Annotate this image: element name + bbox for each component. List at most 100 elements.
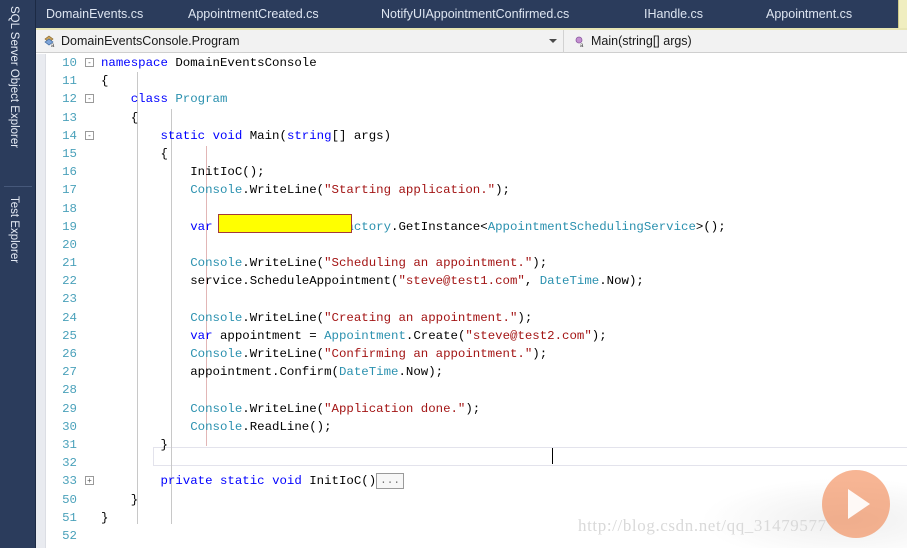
code-text: var service = ObjectFactory.GetInstance<…	[190, 219, 726, 234]
line-number: 31	[62, 437, 77, 452]
code-line[interactable]: 11 {	[47, 72, 907, 90]
play-icon[interactable]	[822, 470, 890, 538]
code-line[interactable]: 18	[47, 200, 907, 218]
code-line[interactable]: 25 var appointment = Appointment.Create(…	[47, 327, 907, 345]
code-lines[interactable]: 10- namespace DomainEventsConsole 11{12- c…	[47, 54, 907, 548]
line-number: 24	[62, 310, 77, 325]
code-text: service.ScheduleAppointment("steve@test1…	[101, 274, 644, 289]
code-line[interactable]: 15 {	[47, 145, 907, 163]
code-line[interactable]: 19 var service = ObjectFactory.GetInstan…	[47, 218, 907, 236]
method-icon: a	[572, 34, 586, 49]
code-text: private static void InitIoC()...	[101, 472, 404, 490]
sidebar-divider	[4, 186, 32, 187]
editor-tab-label: NotifyUIAppointmentConfirmed.cs	[381, 7, 570, 21]
code-line[interactable]: 12- class Program	[47, 90, 907, 108]
navigation-bar: a DomainEventsConsole.Program a Main(str…	[36, 29, 907, 53]
member-dropdown[interactable]: a Main(string[] args)	[564, 30, 907, 53]
line-number: 25	[62, 328, 77, 343]
active-tab-indicator[interactable]	[898, 0, 907, 28]
code-line[interactable]: 13 {	[47, 109, 907, 127]
editor-indicator-margin[interactable]	[36, 54, 46, 548]
line-number: 18	[62, 201, 77, 216]
line-number: 52	[62, 528, 77, 543]
sidebar-tab-test-explorer[interactable]: Test Explorer	[8, 196, 20, 263]
code-text: Console.WriteLine("Confirming an appoint…	[190, 347, 548, 361]
line-number: 15	[62, 146, 77, 161]
code-text: InitIoC();	[101, 165, 265, 180]
code-text: class Program	[130, 92, 228, 107]
code-text: Console.WriteLine("Application done.");	[190, 401, 481, 416]
code-line[interactable]: 23	[47, 290, 907, 308]
expand-region-icon[interactable]: +	[85, 476, 94, 486]
line-number: 11	[62, 74, 77, 89]
code-text: appointment.Confirm(DateTime.Now);	[101, 365, 444, 380]
code-text: {	[101, 110, 139, 125]
line-number: 19	[62, 219, 77, 234]
code-line[interactable]: 31 }	[47, 436, 907, 454]
code-line[interactable]: 20	[47, 236, 907, 254]
collapse-region-icon[interactable]: -	[85, 58, 94, 67]
line-number: 50	[62, 492, 77, 507]
editor-tab-domainevents[interactable]: DomainEvents.cs	[46, 0, 143, 28]
editor-tab-ihandle[interactable]: IHandle.cs	[644, 0, 703, 28]
line-number: 30	[62, 419, 77, 434]
line-number: 32	[62, 456, 77, 471]
sidebar-tab-sql-server-object-explorer[interactable]: SQL Server Object Explorer	[8, 6, 20, 148]
line-number: 33	[62, 474, 77, 489]
collapse-region-icon[interactable]: -	[85, 94, 94, 104]
code-text: {	[101, 146, 168, 161]
code-line[interactable]: 14- static void Main(string[] args)	[47, 127, 907, 145]
line-number: 14	[62, 128, 77, 143]
line-number: 27	[62, 365, 77, 380]
class-icon: a	[42, 34, 56, 49]
code-text: Console.WriteLine("Scheduling an appoint…	[190, 256, 548, 271]
code-line[interactable]: 27 appointment.Confirm(DateTime.Now);	[47, 363, 907, 381]
editor-tab-appointmentcreated[interactable]: AppointmentCreated.cs	[188, 0, 319, 28]
type-dropdown[interactable]: a DomainEventsConsole.Program	[36, 29, 564, 53]
code-line[interactable]: 24 Console.WriteLine("Creating an appoin…	[47, 309, 907, 327]
code-line[interactable]: 28	[47, 381, 907, 399]
code-line[interactable]: 16 InitIoC();	[47, 163, 907, 181]
code-text: Console.ReadLine();	[190, 419, 332, 434]
code-text: {	[101, 74, 109, 89]
line-number: 10	[62, 56, 77, 70]
line-number: 26	[62, 347, 77, 361]
code-text: Console.WriteLine("Starting application.…	[190, 183, 510, 198]
code-line[interactable]: 21 Console.WriteLine("Scheduling an appo…	[47, 254, 907, 272]
collapse-region-icon[interactable]: -	[85, 130, 94, 140]
line-number: 29	[62, 401, 77, 416]
collapsed-region-placeholder[interactable]: ...	[376, 473, 404, 490]
svg-text:a: a	[580, 43, 584, 48]
editor-tab-notifyuiappointmentconfirmed[interactable]: NotifyUIAppointmentConfirmed.cs	[381, 0, 569, 28]
editor-tab-label: Appointment.cs	[766, 7, 853, 21]
code-line[interactable]: 29 Console.WriteLine("Application done."…	[47, 400, 907, 418]
line-number: 21	[62, 256, 77, 271]
line-number: 12	[62, 92, 77, 107]
code-line[interactable]: 26 Console.WriteLine("Confirming an appo…	[47, 345, 907, 363]
chevron-down-icon[interactable]	[549, 38, 557, 43]
line-number: 28	[62, 383, 77, 398]
code-text: }	[101, 437, 168, 452]
code-line[interactable]: 10- namespace DomainEventsConsole	[47, 54, 907, 72]
code-line[interactable]: 17 Console.WriteLine("Starting applicati…	[47, 181, 907, 199]
line-number: 51	[62, 510, 77, 525]
editor-tab-appointment[interactable]: Appointment.cs	[766, 0, 852, 28]
editor-tab-label: DomainEvents.cs	[46, 7, 144, 21]
code-line[interactable]: 22 service.ScheduleAppointment("steve@te…	[47, 272, 907, 290]
code-line[interactable]: 30 Console.ReadLine();	[47, 418, 907, 436]
line-number: 22	[62, 274, 77, 289]
sidebar-tab-label: Test Explorer	[8, 196, 20, 264]
code-editor[interactable]: 10- namespace DomainEventsConsole 11{12- c…	[36, 54, 907, 548]
left-tool-dock: SQL Server Object Explorer Test Explorer	[0, 0, 36, 548]
code-text: }	[101, 492, 139, 507]
member-dropdown-label: Main(string[] args)	[591, 34, 692, 48]
code-line[interactable]: 32	[47, 454, 907, 472]
editor-tab-strip: DomainEvents.cs AppointmentCreated.cs No…	[36, 0, 907, 28]
sidebar-tab-label: SQL Server Object Explorer	[8, 6, 20, 149]
text-caret	[552, 448, 553, 464]
line-number: 17	[62, 183, 77, 198]
code-text: }	[101, 510, 109, 525]
